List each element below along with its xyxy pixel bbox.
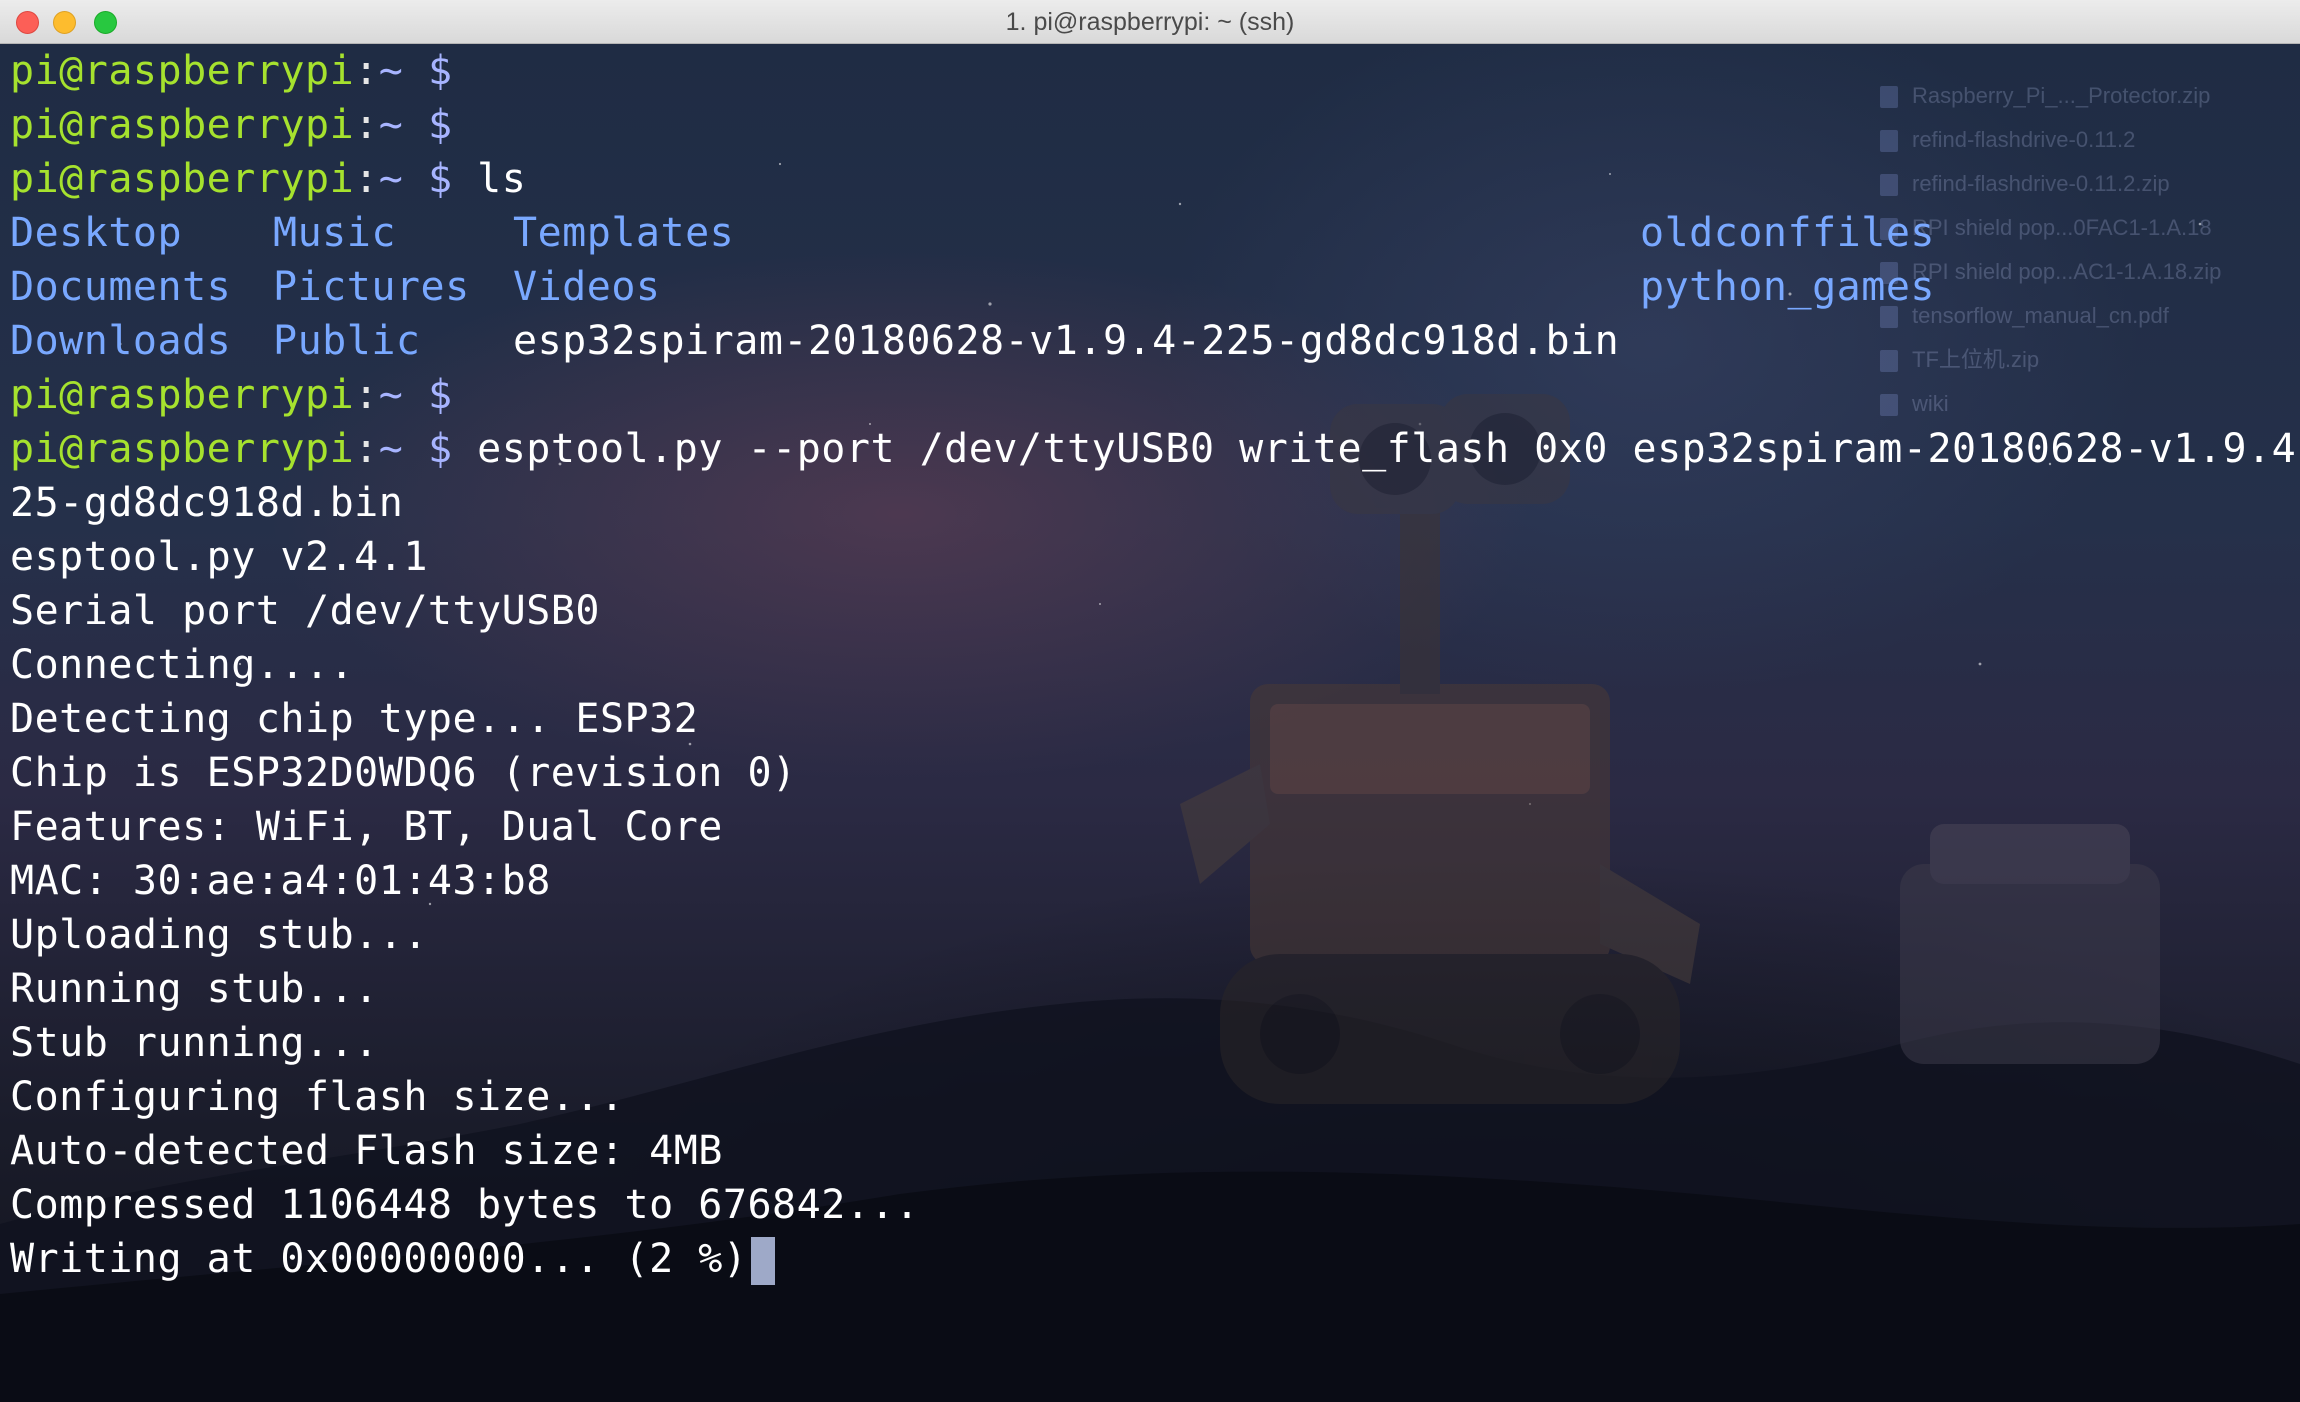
ls-entry: Downloads (10, 318, 232, 364)
output-line-last: Writing at 0x00000000... (2 %) (10, 1232, 2300, 1286)
window-title: 1. pi@raspberrypi: ~ (ssh) (1005, 8, 1295, 36)
output-line: MAC: 30:ae:a4:01:43:b8 (10, 858, 551, 904)
prompt-line: pi@raspberrypi:~ $ ls (10, 152, 2300, 206)
ls-entry: esp32spiram-20180628-v1.9.4-225-gd8dc918… (513, 318, 1620, 364)
output-line: Serial port /dev/ttyUSB0 (10, 588, 600, 634)
ls-entry: oldconffiles (1640, 210, 1935, 256)
output-line: Connecting.... (10, 642, 355, 688)
ls-entry: Desktop (10, 210, 183, 256)
prompt-dir: ~ (378, 48, 404, 94)
output-line: Detecting chip type... ESP32 (10, 696, 699, 742)
prompt-colon: : (354, 156, 379, 202)
prompt-symbol: $ (427, 426, 453, 472)
output-line: Stub running... (10, 1020, 379, 1066)
ls-entry: Templates (513, 210, 735, 256)
prompt-symbol: $ (427, 48, 453, 94)
prompt-user-host: pi@raspberrypi (10, 156, 355, 202)
ls-entry: Music (273, 210, 396, 256)
text-cursor (751, 1237, 776, 1285)
ls-output-row: Downloads Public esp32spiram-20180628-v1… (10, 314, 2300, 368)
ls-output-row: Desktop Music Templates oldconffiles (10, 206, 2300, 260)
ls-entry: python_games (1640, 264, 1935, 310)
output-line: Compressed 1106448 bytes to 676842... (10, 1182, 920, 1228)
terminal-window: 1. pi@raspberrypi: ~ (ssh) Raspberry_Pi_… (0, 0, 2300, 1402)
prompt-dir: ~ (378, 156, 404, 202)
output-line: Running stub... (10, 966, 379, 1012)
command-text: ls (477, 156, 527, 202)
prompt-colon: : (354, 48, 379, 94)
prompt-dir: ~ (378, 426, 404, 472)
title-bar[interactable]: 1. pi@raspberrypi: ~ (ssh) (0, 0, 2300, 44)
output-line: Chip is ESP32D0WDQ6 (revision 0) (10, 750, 797, 796)
prompt-colon: : (354, 372, 379, 418)
prompt-colon: : (354, 102, 379, 148)
prompt-symbol: $ (427, 372, 453, 418)
prompt-user-host: pi@raspberrypi (10, 48, 355, 94)
prompt-user-host: pi@raspberrypi (10, 372, 355, 418)
ls-entry: Public (273, 318, 421, 364)
terminal-output: pi@raspberrypi:~ $ pi@raspberrypi:~ $ pi… (10, 44, 2300, 1286)
output-line: Features: WiFi, BT, Dual Core (10, 804, 723, 850)
ls-entry: Videos (513, 264, 661, 310)
output-line: Configuring flash size... (10, 1074, 625, 1120)
prompt-symbol: $ (427, 156, 453, 202)
prompt-line: pi@raspberrypi:~ $ esptool.py --port /de… (10, 422, 2300, 476)
terminal-pane[interactable]: Raspberry_Pi_..._Protector.zip refind-fl… (0, 44, 2300, 1402)
prompt-user-host: pi@raspberrypi (10, 102, 355, 148)
output-text: Writing at 0x00000000... (2 %) (10, 1236, 748, 1282)
output-line: Uploading stub... (10, 912, 428, 958)
prompt-user-host: pi@raspberrypi (10, 426, 355, 472)
output-line: esptool.py v2.4.1 (10, 534, 428, 580)
output-line: Auto-detected Flash size: 4MB (10, 1128, 723, 1174)
command-text: esptool.py --port /dev/ttyUSB0 write_fla… (477, 426, 2300, 472)
ls-entry: Documents (10, 264, 232, 310)
prompt-symbol: $ (427, 102, 453, 148)
command-wrap-line: 25-gd8dc918d.bin (10, 480, 404, 526)
ls-entry: Pictures (273, 264, 470, 310)
prompt-colon: : (354, 426, 379, 472)
prompt-dir: ~ (378, 372, 404, 418)
prompt-line: pi@raspberrypi:~ $ (10, 44, 2300, 98)
prompt-line: pi@raspberrypi:~ $ (10, 368, 2300, 422)
ls-output-row: Documents Pictures Videos python_games (10, 260, 2300, 314)
prompt-dir: ~ (378, 102, 404, 148)
prompt-line: pi@raspberrypi:~ $ (10, 98, 2300, 152)
